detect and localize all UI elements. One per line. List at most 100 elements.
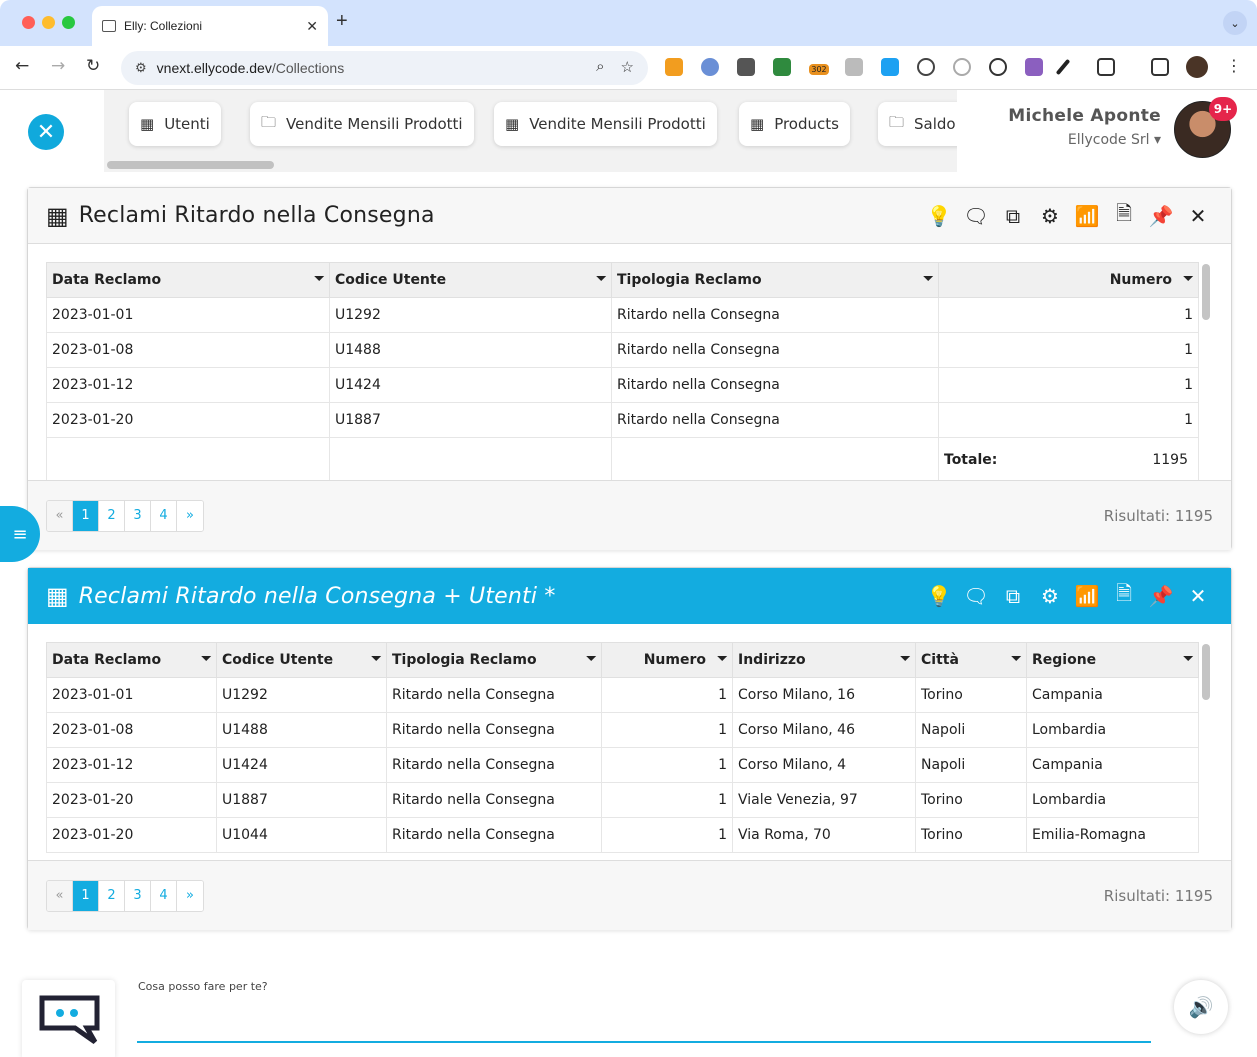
prev-page-button[interactable]: « [47,500,73,531]
chart-icon[interactable]: 📶 [1074,203,1100,229]
chart-icon[interactable]: 📶 [1074,583,1100,609]
column-header[interactable]: Numero ⏷ [938,262,1199,298]
gear-icon[interactable]: ⚙ [1037,583,1063,609]
user-company[interactable]: Ellycode Srl ▾ [1008,132,1161,148]
extension-icon[interactable] [917,58,935,76]
filter-icon[interactable]: ⏷ [596,271,607,287]
extension-icon[interactable] [881,58,899,76]
table-row[interactable]: 2023-01-20 U1044 Ritardo nella Consegna 1 Vi… [46,817,1199,853]
lightbulb-icon[interactable]: 💡 [926,583,952,609]
column-header[interactable]: Data Reclamo ⏷ [46,262,330,298]
extension-icon[interactable] [701,58,719,76]
speaker-icon[interactable]: 🔊 [1174,980,1228,1034]
chat-input[interactable] [137,1041,1151,1043]
filter-icon[interactable]: ⏷ [1011,651,1022,667]
close-icon[interactable]: ✕ [1185,203,1211,229]
filter-icon[interactable]: ⏷ [371,651,382,667]
column-header[interactable]: Codice Utente ⏷ [329,262,612,298]
browser-tab[interactable]: Elly: Collezioni ✕ [92,6,328,46]
next-page-button[interactable]: » [177,880,203,911]
column-header[interactable]: Tipologia Reclamo ⏷ [611,262,939,298]
reload-icon[interactable]: ↻ [86,56,100,76]
pin-icon[interactable]: 📌 [1148,203,1174,229]
address-bar[interactable]: ⚙ vnext.ellycode.dev/Collections ⌕ ☆ [121,51,648,85]
user-menu[interactable]: Michele Aponte Ellycode Srl ▾ [1008,106,1161,148]
extension-icon[interactable] [989,58,1007,76]
column-header[interactable]: Codice Utente ⏷ [216,642,387,678]
filter-icon[interactable]: ⏷ [1183,651,1194,667]
extensions-puzzle-icon[interactable] [1097,58,1115,76]
filter-icon[interactable]: ⏷ [923,271,934,287]
page-button[interactable]: 4 [151,500,177,531]
profile-avatar[interactable] [1186,56,1208,78]
filter-icon[interactable]: ⏷ [586,651,597,667]
side-panel-icon[interactable] [1151,58,1169,76]
table-row[interactable]: 2023-01-01 U1292 Ritardo nella Consegna 1 [46,297,1199,333]
extension-icon[interactable] [773,58,791,76]
bookmark-star-icon[interactable]: ☆ [621,58,634,76]
lightbulb-icon[interactable]: 💡 [926,203,952,229]
page-button[interactable]: 2 [99,880,125,911]
tab-search-icon[interactable]: ⌄ [1223,11,1247,35]
page-button[interactable]: 1 [73,880,99,911]
filter-icon[interactable]: ⏷ [717,651,728,667]
page-button[interactable]: 3 [125,500,151,531]
collection-chip[interactable]: ▦ Vendite Mensili Prodotti [494,102,717,146]
close-app-button[interactable]: ✕ [28,114,64,150]
gear-icon[interactable]: ⚙ [1037,203,1063,229]
csv-icon[interactable]: 🗎 [1111,581,1137,609]
filter-icon[interactable]: ⏷ [900,651,911,667]
collection-chip[interactable]: ▦ Utenti [129,102,221,146]
site-settings-icon[interactable]: ⚙ [135,60,147,76]
back-icon[interactable]: ← [15,56,29,76]
table-scrollbar[interactable] [1202,264,1210,320]
collection-chip[interactable]: 🗀 Vendite Mensili Prodotti [250,102,474,146]
extension-icon[interactable] [665,58,683,76]
forward-icon[interactable]: → [51,56,65,76]
pin-icon[interactable]: 📌 [1148,583,1174,609]
page-button[interactable]: 2 [99,500,125,531]
column-header[interactable]: Numero ⏷ [601,642,733,678]
next-page-button[interactable]: » [177,500,203,531]
maximize-window-button[interactable] [62,16,75,29]
extension-icon[interactable] [737,58,755,76]
minimize-window-button[interactable] [42,16,55,29]
copy-icon[interactable]: ⧉ [1000,583,1026,609]
column-header[interactable]: Regione ⏷ [1026,642,1199,678]
extension-icon[interactable] [1025,58,1043,76]
close-icon[interactable]: ✕ [1185,583,1211,609]
table-row[interactable]: 2023-01-12 U1424 Ritardo nella Consegna 1 [46,367,1199,403]
collections-scrollbar[interactable] [107,161,274,169]
column-header[interactable]: Città ⏷ [915,642,1027,678]
collection-chip[interactable]: ▦ Products [739,102,850,146]
page-button[interactable]: 3 [125,880,151,911]
page-button[interactable]: 4 [151,880,177,911]
eyedropper-icon[interactable] [1055,58,1071,76]
filter-icon[interactable]: ⏷ [314,271,325,287]
assistant-chat-icon[interactable] [22,980,115,1057]
table-row[interactable]: 2023-01-12 U1424 Ritardo nella Consegna 1 Co… [46,747,1199,783]
table-scrollbar[interactable] [1202,644,1210,700]
filter-icon[interactable]: ⏷ [201,651,212,667]
extension-icon[interactable] [953,58,971,76]
zoom-icon[interactable]: ⌕ [596,58,604,76]
page-button[interactable]: 1 [73,500,99,531]
table-row[interactable]: 2023-01-20 U1887 Ritardo nella Consegna 1 [46,402,1199,438]
extension-icon[interactable]: 302 [809,64,829,75]
close-tab-icon[interactable]: ✕ [306,18,318,35]
column-header[interactable]: Indirizzo ⏷ [732,642,916,678]
filter-icon[interactable]: ⏷ [1183,271,1194,287]
comment-icon[interactable]: 🗨 [963,583,989,609]
copy-icon[interactable]: ⧉ [1000,203,1026,229]
column-header[interactable]: Data Reclamo ⏷ [46,642,217,678]
table-row[interactable]: 2023-01-20 U1887 Ritardo nella Consegna 1 Vi… [46,782,1199,818]
column-header[interactable]: Tipologia Reclamo ⏷ [386,642,602,678]
table-row[interactable]: 2023-01-08 U1488 Ritardo nella Consegna 1 Co… [46,712,1199,748]
menu-kebab-icon[interactable]: ⋮ [1226,56,1242,75]
extension-icon[interactable] [845,58,863,76]
table-row[interactable]: 2023-01-01 U1292 Ritardo nella Consegna 1 Co… [46,677,1199,713]
close-window-button[interactable] [22,16,35,29]
csv-icon[interactable]: 🗎 [1111,201,1137,229]
comment-icon[interactable]: 🗨 [963,203,989,229]
new-tab-button[interactable]: + [336,10,348,33]
